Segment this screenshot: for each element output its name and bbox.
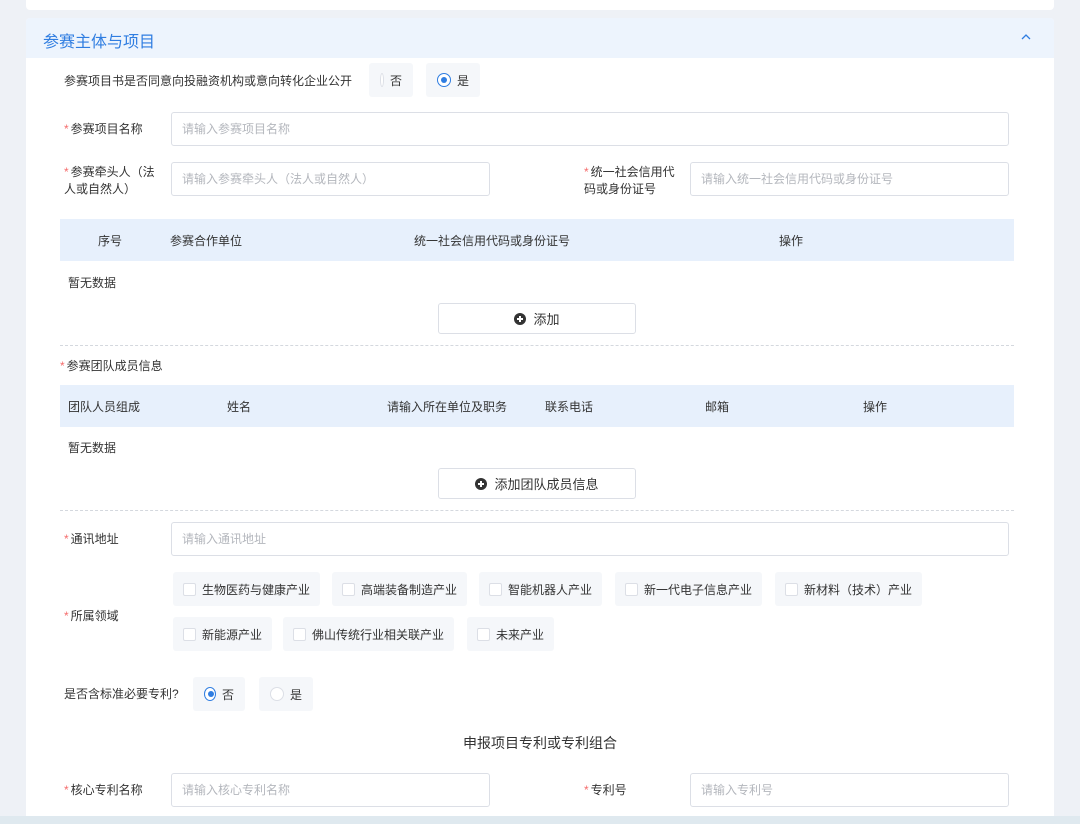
team-label: * 参赛团队成员信息	[60, 359, 163, 373]
checkbox-label: 新能源产业	[202, 627, 263, 642]
previous-card-edge	[26, 0, 1054, 10]
credit-code-input[interactable]	[690, 162, 1009, 196]
add-team-member-button[interactable]: 添加团队成员信息	[438, 468, 636, 499]
address-label: * 通讯地址	[64, 532, 119, 546]
column-header: 操作	[863, 400, 888, 414]
project-name-input[interactable]	[171, 112, 1009, 146]
checkbox-label: 智能机器人产业	[508, 582, 593, 597]
credit-code-label: * 统一社会信用代 码或身份证号	[584, 165, 675, 196]
project-name-label: * 参赛项目名称	[64, 122, 143, 136]
column-header: 操作	[779, 234, 804, 248]
radio-label: 否	[389, 73, 402, 88]
divider	[60, 510, 1014, 511]
disclosure-label: 参赛项目书是否同意向投融资机构或意向转化企业公开	[64, 74, 353, 88]
add-partner-button[interactable]: 添加	[438, 303, 636, 334]
field-option-future[interactable]: 未来产业	[467, 617, 555, 651]
patent-radio-yes[interactable]: 是	[259, 677, 313, 711]
chevron-up-icon[interactable]	[1020, 31, 1032, 43]
column-header: 序号	[98, 234, 123, 248]
column-header: 统一社会信用代码或身份证号	[414, 234, 571, 248]
checkbox-icon	[183, 582, 196, 596]
disclosure-radio-no[interactable]: 否	[369, 63, 413, 97]
lead-input[interactable]	[171, 162, 490, 196]
field-option-electronics[interactable]: 新一代电子信息产业	[615, 572, 763, 606]
checkbox-icon	[477, 627, 490, 641]
field-option-equipment[interactable]: 高端装备制造产业	[332, 572, 468, 606]
checkbox-icon	[183, 627, 196, 641]
section-header[interactable]: 参赛主体与项目	[26, 18, 1054, 58]
field-option-traditional[interactable]: 佛山传统行业相关联产业	[283, 617, 455, 651]
partners-empty-text: 暂无数据	[68, 276, 117, 290]
section-title: 参赛主体与项目	[43, 34, 156, 51]
radio-checked-icon	[204, 687, 216, 701]
disclosure-radio-yes[interactable]: 是	[426, 63, 480, 97]
patent-no-input[interactable]	[690, 773, 1009, 807]
radio-label: 是	[289, 687, 302, 702]
checkbox-label: 未来产业	[496, 627, 545, 642]
divider	[60, 345, 1014, 346]
checkbox-label: 新材料（技术）产业	[804, 582, 913, 597]
patent-radio-no[interactable]: 否	[193, 677, 245, 711]
checkbox-icon	[625, 582, 638, 596]
checkbox-label: 新一代电子信息产业	[644, 582, 753, 597]
radio-circle-icon	[270, 687, 284, 701]
column-header: 联系电话	[545, 400, 594, 414]
column-header: 参赛合作单位	[170, 234, 243, 248]
checkbox-label: 高端装备制造产业	[361, 582, 458, 597]
field-option-robot[interactable]: 智能机器人产业	[479, 572, 603, 606]
checkbox-icon	[293, 627, 306, 641]
radio-checked-icon	[437, 73, 451, 87]
column-header: 请输入所在单位及职务	[387, 400, 508, 414]
button-label: 添加	[533, 312, 560, 327]
plus-circle-icon	[514, 312, 527, 325]
button-label: 添加团队成员信息	[494, 477, 599, 492]
column-header: 邮箱	[705, 400, 730, 414]
field-option-biomed[interactable]: 生物医药与健康产业	[173, 572, 321, 606]
form-card: 参赛主体与项目 参赛项目书是否同意向投融资机构或意向转化企业公开 否 是 * 参赛…	[26, 18, 1054, 824]
address-input[interactable]	[171, 522, 1009, 556]
column-header: 团队人员组成	[68, 400, 141, 414]
radio-label: 否	[221, 687, 234, 702]
lead-label: * 参赛牵头人（法 人或自然人）	[64, 165, 155, 196]
column-header: 姓名	[227, 400, 252, 414]
patent-label: 是否含标准必要专利?	[64, 687, 179, 701]
bottom-toolbar-edge	[0, 816, 1080, 824]
radio-circle-icon	[380, 73, 384, 87]
checkbox-icon	[489, 582, 502, 596]
field-label: * 所属领域	[64, 609, 119, 623]
plus-circle-icon	[475, 477, 488, 490]
field-option-materials[interactable]: 新材料（技术）产业	[775, 572, 923, 606]
field-option-energy[interactable]: 新能源产业	[173, 617, 273, 651]
checkbox-icon	[785, 582, 798, 596]
checkbox-label: 生物医药与健康产业	[202, 582, 311, 597]
partners-table-header: 序号 参赛合作单位 统一社会信用代码或身份证号 操作	[60, 219, 1014, 261]
core-patent-input[interactable]	[171, 773, 490, 807]
checkbox-icon	[342, 582, 355, 596]
core-patent-label: * 核心专利名称	[64, 783, 143, 797]
patent-no-label: * 专利号	[584, 783, 627, 797]
radio-label: 是	[456, 73, 469, 88]
patent-section-title: 申报项目专利或专利组合	[463, 735, 617, 751]
team-table-header: 团队人员组成 姓名 请输入所在单位及职务 联系电话 邮箱 操作	[60, 385, 1014, 427]
checkbox-label: 佛山传统行业相关联产业	[312, 627, 445, 642]
team-empty-text: 暂无数据	[68, 441, 117, 455]
